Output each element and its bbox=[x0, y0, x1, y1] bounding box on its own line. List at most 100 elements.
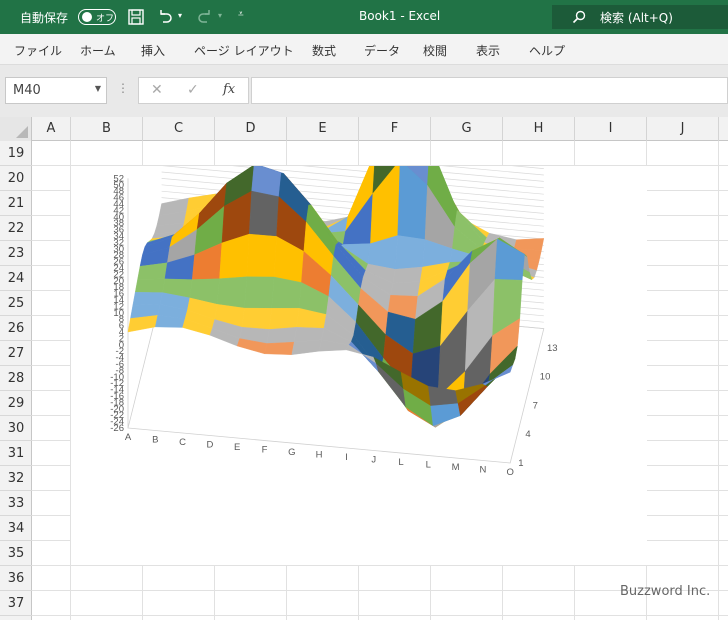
x-tick-label: J bbox=[371, 455, 376, 466]
column-header-i[interactable]: I bbox=[575, 117, 647, 141]
surface-patch bbox=[216, 276, 248, 309]
depth-tick-label: 1 bbox=[518, 458, 523, 469]
row-header[interactable]: 29 bbox=[0, 391, 32, 416]
row-header[interactable]: 34 bbox=[0, 516, 32, 541]
customize-toolbar-icon[interactable]: ⩡ bbox=[238, 9, 244, 20]
formula-bar: M40 ▼ ⋮ ✕ ✓ fx bbox=[0, 65, 728, 117]
tab-data[interactable]: データ bbox=[364, 42, 400, 59]
formula-input[interactable] bbox=[251, 77, 728, 104]
insert-function-icon[interactable]: fx bbox=[223, 82, 235, 97]
save-icon[interactable] bbox=[127, 8, 145, 26]
row-header[interactable]: 31 bbox=[0, 441, 32, 466]
undo-icon[interactable] bbox=[156, 8, 174, 26]
x-tick-label: B bbox=[152, 435, 158, 446]
x-tick-label: I bbox=[345, 452, 348, 463]
search-box[interactable]: 検索 (Alt+Q) bbox=[552, 5, 728, 29]
redo-dropdown-icon[interactable]: ▾ bbox=[218, 11, 222, 20]
row-header[interactable]: 24 bbox=[0, 266, 32, 291]
surface-patch bbox=[269, 307, 300, 330]
surface-patch bbox=[271, 276, 302, 309]
search-placeholder: 検索 (Alt+Q) bbox=[600, 11, 673, 25]
x-tick-label: E bbox=[234, 442, 240, 453]
surface-patch bbox=[430, 402, 461, 427]
column-header-a[interactable]: A bbox=[32, 117, 71, 141]
search-icon bbox=[572, 10, 586, 24]
row-header[interactable]: 28 bbox=[0, 366, 32, 391]
autosave-state: オフ bbox=[96, 14, 115, 24]
title-bar: 自動保存 オフ ▾ ▾ ⩡ Book1 - Excel 検索 (Alt+Q) bbox=[0, 0, 728, 34]
row-headers: 19 20 21 22 23 24 25 26 27 28 29 30 31 3… bbox=[0, 141, 32, 620]
tab-insert[interactable]: 挿入 bbox=[141, 42, 165, 59]
tab-help[interactable]: ヘルプ bbox=[529, 42, 565, 59]
x-tick-label: C bbox=[179, 437, 186, 448]
column-header-f[interactable]: F bbox=[359, 117, 431, 141]
row-header[interactable]: 30 bbox=[0, 416, 32, 441]
column-header-c[interactable]: C bbox=[143, 117, 215, 141]
autosave-toggle[interactable]: オフ bbox=[78, 9, 116, 25]
x-tick-label: L bbox=[398, 457, 403, 468]
x-tick-label: N bbox=[479, 465, 486, 476]
surface-patch bbox=[246, 233, 277, 278]
x-tick-label: M bbox=[452, 462, 460, 473]
row-header[interactable]: 27 bbox=[0, 341, 32, 366]
row-header[interactable]: 35 bbox=[0, 541, 32, 566]
cancel-icon[interactable]: ✕ bbox=[151, 82, 163, 98]
row-header[interactable]: 23 bbox=[0, 241, 32, 266]
column-header-d[interactable]: D bbox=[215, 117, 287, 141]
row-header[interactable]: 25 bbox=[0, 291, 32, 316]
surface-patch bbox=[244, 276, 275, 309]
surface-patch bbox=[395, 235, 426, 270]
row-header[interactable]: 20 bbox=[0, 166, 32, 191]
column-header-b[interactable]: B bbox=[71, 117, 143, 141]
surface-patch bbox=[248, 190, 280, 237]
formula-buttons: ✕ ✓ fx bbox=[138, 77, 249, 104]
x-tick-label: G bbox=[288, 447, 295, 458]
surface-patch bbox=[264, 341, 295, 355]
surface-patch bbox=[132, 292, 163, 306]
row-header[interactable]: 21 bbox=[0, 191, 32, 216]
row-header[interactable]: 36 bbox=[0, 566, 32, 591]
z-tick-label: -26 bbox=[110, 423, 124, 434]
tab-home[interactable]: ホーム bbox=[80, 42, 116, 59]
x-tick-label: A bbox=[125, 432, 132, 443]
surface-patch bbox=[241, 307, 272, 330]
surface-chart[interactable]: 52 50 48 46 44 42 40 38 36 34 32 30 28 26 24 22 20 18 16 14… bbox=[71, 43, 647, 565]
select-all-button[interactable] bbox=[0, 117, 32, 141]
depth-tick-label: 7 bbox=[533, 400, 538, 411]
column-headers: A B C D E F G H I J bbox=[0, 117, 728, 141]
surface-patch bbox=[390, 281, 421, 297]
row-header[interactable]: 26 bbox=[0, 316, 32, 341]
more-options-icon[interactable]: ⋮ bbox=[117, 81, 129, 95]
depth-tick-label: 4 bbox=[525, 429, 530, 440]
gridline bbox=[161, 133, 544, 169]
row-header[interactable]: 19 bbox=[0, 141, 32, 166]
chevron-down-icon[interactable]: ▼ bbox=[95, 84, 101, 93]
depth-tick-label: 10 bbox=[540, 372, 551, 383]
surface-patch bbox=[266, 327, 297, 344]
column-header-e[interactable]: E bbox=[287, 117, 359, 141]
x-tick-label: L bbox=[426, 460, 431, 471]
row-header[interactable]: 32 bbox=[0, 466, 32, 491]
enter-icon[interactable]: ✓ bbox=[187, 82, 199, 98]
tab-view[interactable]: 表示 bbox=[476, 42, 500, 59]
column-header-j[interactable]: J bbox=[647, 117, 719, 141]
tab-review[interactable]: 校閲 bbox=[423, 42, 447, 59]
depth-tick-label: 13 bbox=[547, 343, 558, 354]
x-tick-label: D bbox=[206, 440, 213, 451]
name-box[interactable]: M40 ▼ bbox=[5, 77, 107, 104]
row-header[interactable]: 33 bbox=[0, 491, 32, 516]
tab-file[interactable]: ファイル bbox=[14, 42, 62, 59]
redo-icon[interactable] bbox=[196, 8, 214, 26]
column-header-h[interactable]: H bbox=[503, 117, 575, 141]
undo-dropdown-icon[interactable]: ▾ bbox=[178, 11, 182, 20]
autosave-label: 自動保存 bbox=[20, 11, 69, 25]
row-header[interactable]: 37 bbox=[0, 591, 32, 616]
column-header-g[interactable]: G bbox=[431, 117, 503, 141]
tab-page-layout[interactable]: ページ レイアウト bbox=[194, 42, 294, 59]
watermark: Buzzword Inc. bbox=[620, 584, 711, 599]
toggle-knob bbox=[82, 12, 92, 22]
row-header[interactable]: 22 bbox=[0, 216, 32, 241]
x-tick-label: F bbox=[262, 445, 268, 456]
tab-formulas[interactable]: 数式 bbox=[312, 42, 336, 59]
surface-patch bbox=[291, 339, 322, 355]
